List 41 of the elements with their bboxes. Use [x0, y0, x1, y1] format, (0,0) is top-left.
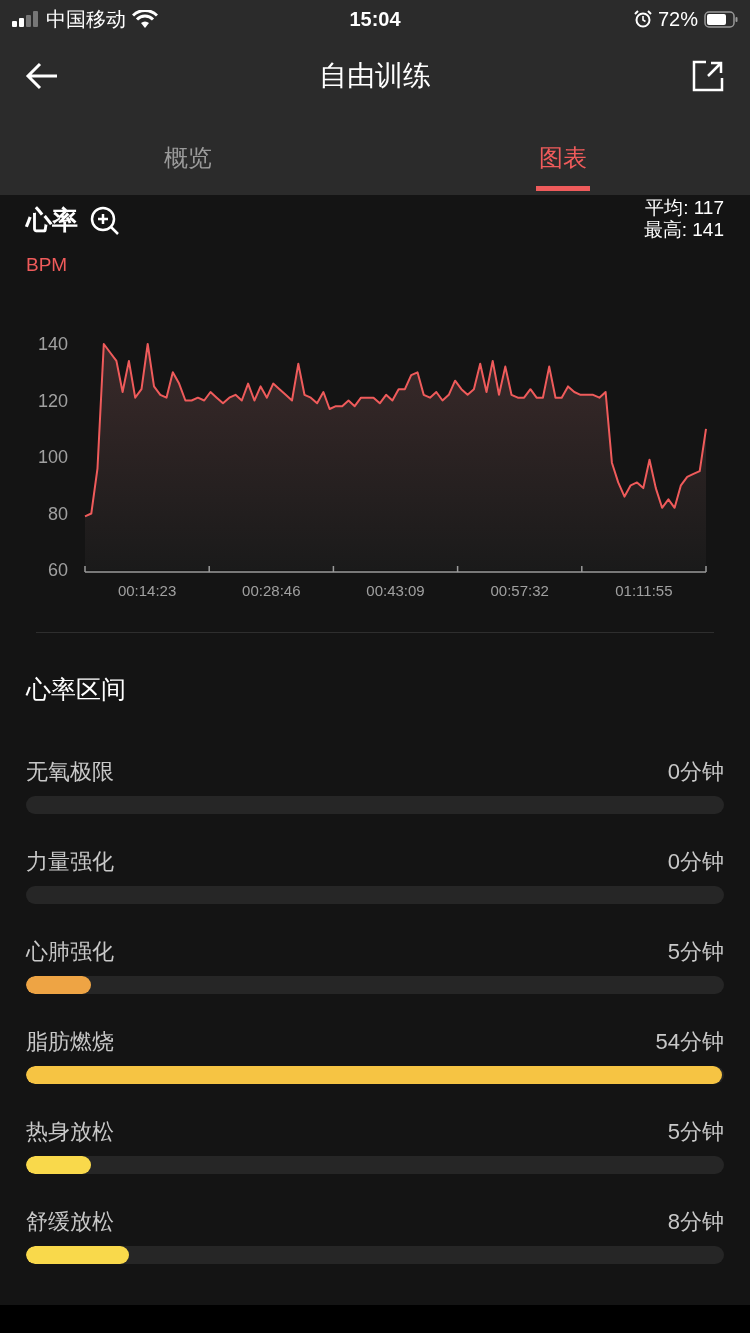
zone-duration: 0分钟	[667, 758, 724, 786]
x-axis-label: 01:11:55	[615, 581, 673, 599]
x-axis-label: 00:28:46	[242, 581, 301, 599]
wifi-icon	[132, 10, 158, 28]
average-value: 平均: 117	[645, 197, 724, 219]
y-axis-label: 140	[37, 333, 68, 354]
y-axis-label: 100	[37, 446, 68, 467]
x-axis-label: 00:43:09	[366, 581, 425, 599]
y-axis-label: 80	[47, 503, 68, 523]
alarm-icon	[633, 10, 652, 28]
battery-percent: 72%	[657, 7, 698, 32]
max-value: 最高: 141	[643, 219, 724, 241]
page-title: 自由训练	[319, 59, 431, 93]
y-axis-label: 120	[37, 390, 68, 410]
x-axis-label: 00:57:32	[490, 581, 549, 599]
clock-time: 15:04	[349, 7, 401, 32]
zone-name: 脂肪燃烧	[26, 1028, 114, 1056]
unit-label: BPM	[26, 253, 68, 277]
x-axis-label: 00:14:23	[117, 581, 177, 599]
zone-duration: 54分钟	[655, 1028, 724, 1056]
y-axis-label: 60	[47, 559, 68, 580]
zone-name: 心肺强化	[26, 938, 114, 966]
zone-duration: 8分钟	[667, 1208, 724, 1236]
zone-name: 热身放松	[26, 1118, 114, 1146]
battery-icon	[704, 10, 738, 28]
zone-name: 力量强化	[26, 848, 114, 876]
tab[interactable]: 概览	[0, 114, 375, 195]
zone-name: 无氧极限	[26, 758, 114, 786]
section-title: 心率	[26, 204, 78, 237]
carrier-name: 中国移动	[46, 7, 126, 32]
zone-duration: 5分钟	[667, 938, 724, 966]
zone-duration: 0分钟	[667, 848, 724, 876]
share-icon	[692, 60, 724, 92]
signal-icon	[12, 11, 40, 27]
share-button[interactable]	[690, 58, 726, 94]
tab[interactable]: 图表	[375, 114, 750, 195]
zone-name: 舒缓放松	[26, 1208, 114, 1236]
zone-duration: 5分钟	[667, 1118, 724, 1146]
section-title: 心率区间	[26, 673, 126, 705]
zoom-in-icon[interactable]	[90, 205, 120, 236]
back-arrow-icon	[25, 62, 59, 90]
